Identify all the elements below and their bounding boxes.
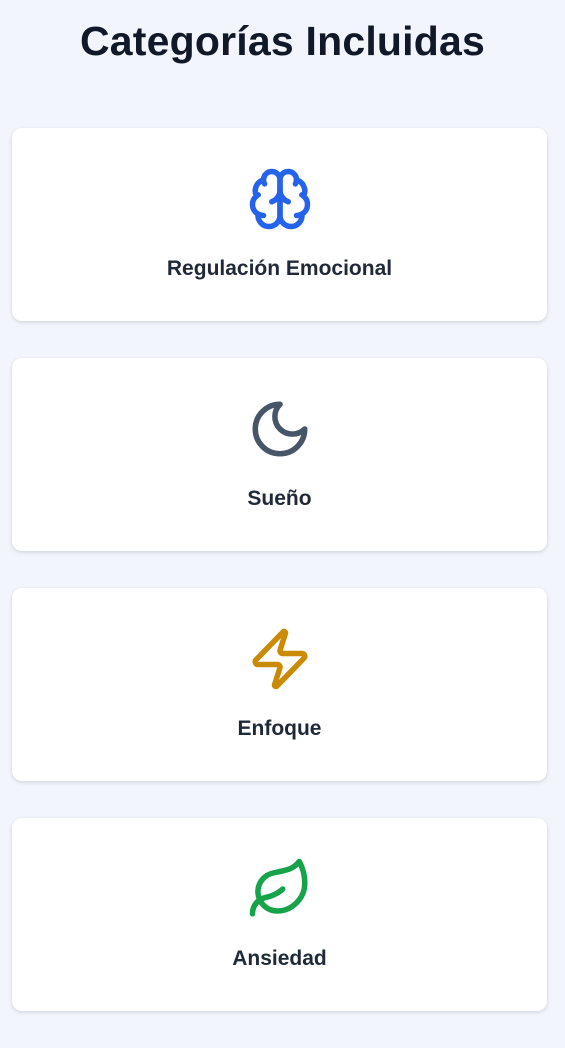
brain-icon [247,166,313,232]
category-card-enfoque[interactable]: Enfoque [12,588,547,781]
category-label: Enfoque [237,717,322,740]
category-card-regulacion-emocional[interactable]: Regulación Emocional [12,128,547,321]
category-label: Sueño [247,487,312,510]
moon-icon [247,396,313,462]
category-card-ansiedad[interactable]: Ansiedad [12,818,547,1011]
category-card-sueno[interactable]: Sueño [12,358,547,551]
category-label: Regulación Emocional [166,257,393,280]
category-list: Regulación Emocional Sueño Enfoque Ansie… [12,128,547,1048]
leaf-icon [247,856,313,922]
lightning-icon [247,626,313,692]
page-title: Categorías Incluidas [79,18,485,64]
category-label: Ansiedad [232,947,327,970]
